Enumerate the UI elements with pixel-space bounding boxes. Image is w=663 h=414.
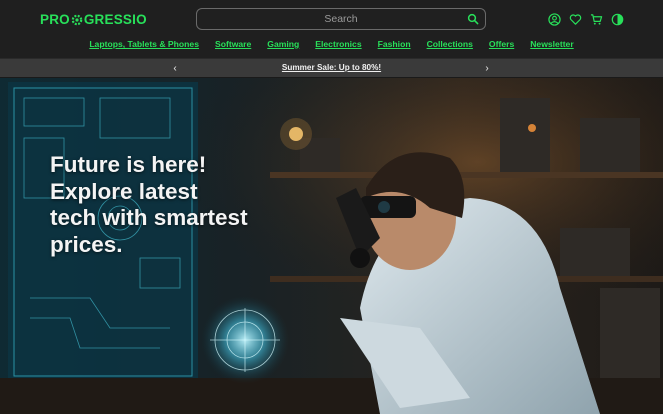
nav-item-laptops[interactable]: Laptops, Tablets & Phones	[89, 38, 199, 52]
nav-item-newsletter[interactable]: Newsletter	[530, 38, 573, 52]
brand-name-left: PRO	[40, 12, 70, 27]
heart-icon[interactable]	[569, 13, 582, 26]
hero-headline: Future is here! Explore latest tech with…	[50, 152, 248, 257]
search-icon[interactable]	[467, 13, 479, 25]
promo-next-button[interactable]: ›	[480, 61, 494, 75]
nav-item-software[interactable]: Software	[215, 38, 251, 52]
user-icon[interactable]	[548, 13, 561, 26]
brand-name-right: GRESSIO	[83, 12, 147, 27]
header-icons	[548, 13, 624, 26]
nav-item-gaming[interactable]: Gaming	[267, 38, 299, 52]
search-input[interactable]	[197, 9, 485, 29]
promo-text[interactable]: Summer Sale: Up to 80%!	[0, 63, 663, 72]
gear-logo-icon	[71, 14, 83, 26]
main-nav: Laptops, Tablets & Phones Software Gamin…	[0, 38, 663, 52]
nav-item-collections[interactable]: Collections	[427, 38, 473, 52]
promo-banner: ‹ Summer Sale: Up to 80%! ›	[0, 58, 663, 77]
site-header: PRO GRESSIO Search Laptops, Tablets & Ph…	[0, 0, 663, 58]
hero-section: Future is here! Explore latest tech with…	[0, 78, 663, 414]
brand-logo[interactable]: PRO GRESSIO	[40, 12, 147, 27]
nav-item-electronics[interactable]: Electronics	[315, 38, 361, 52]
search-bar	[196, 8, 486, 30]
theme-toggle-icon[interactable]	[611, 13, 624, 26]
nav-item-fashion[interactable]: Fashion	[378, 38, 411, 52]
nav-item-offers[interactable]: Offers	[489, 38, 514, 52]
cart-icon[interactable]	[590, 13, 603, 26]
